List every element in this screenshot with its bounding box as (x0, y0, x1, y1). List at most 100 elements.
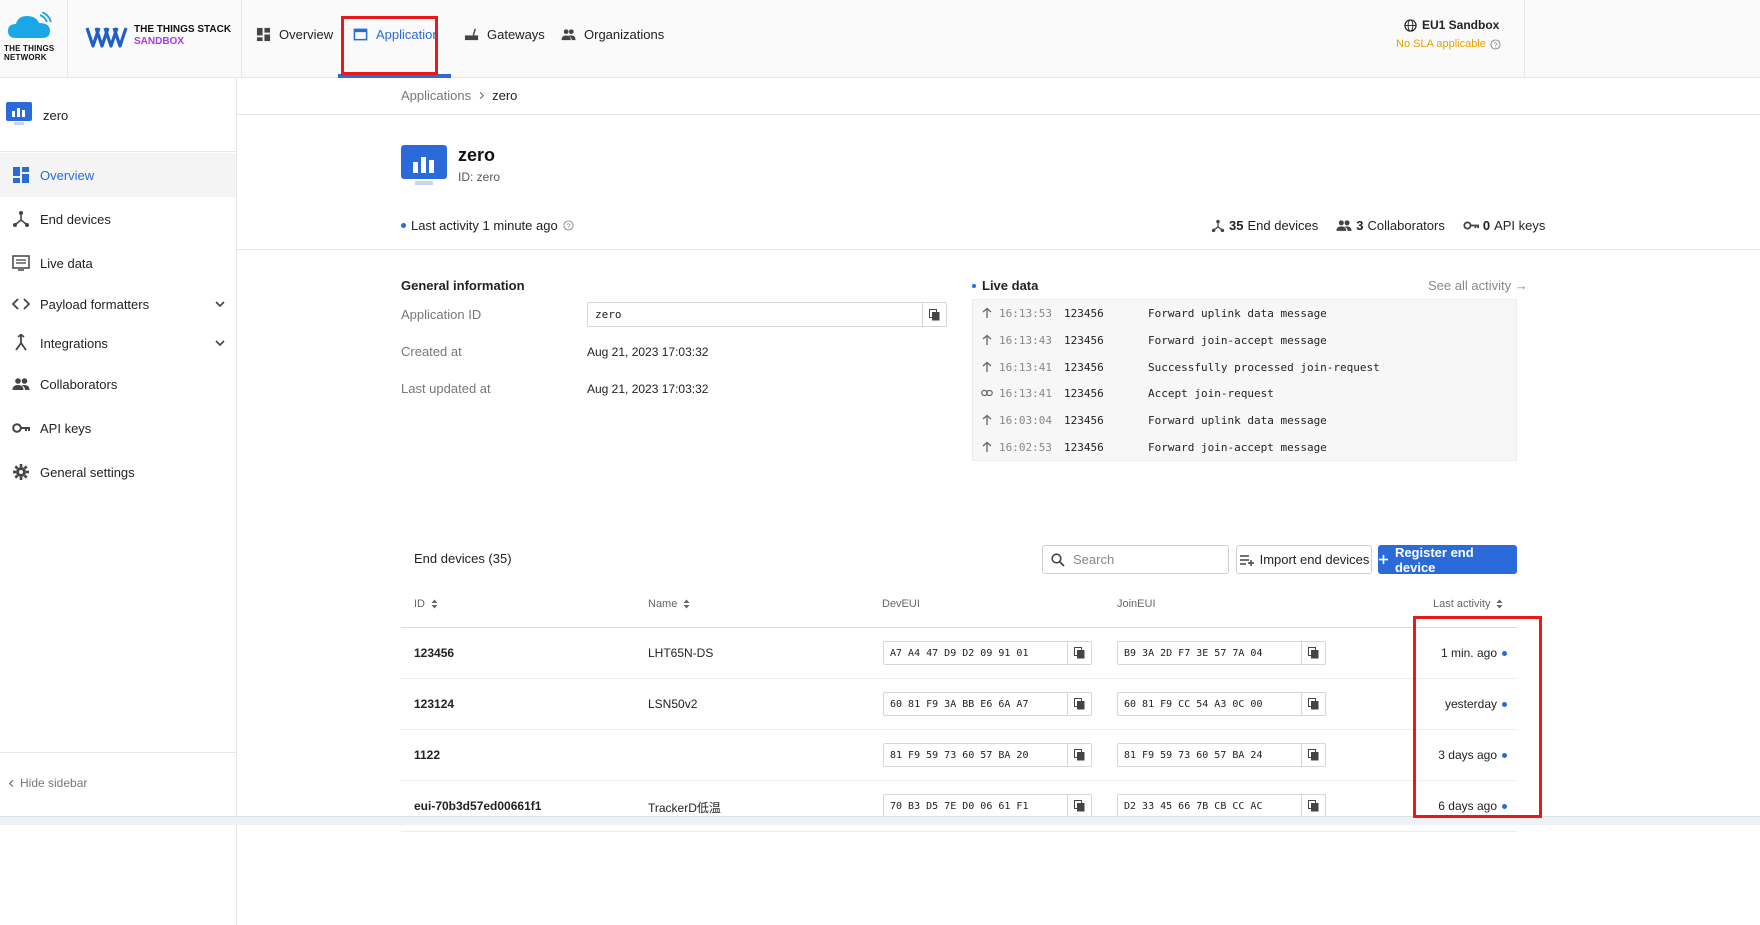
event-row[interactable]: 16:03:04 123456 Forward uplink data messag… (981, 411, 1327, 429)
sidebar-item-general-settings[interactable]: General settings (0, 450, 236, 494)
horizontal-scrollbar[interactable] (0, 816, 1760, 825)
join-eui-field: B9 3A 2D F7 3E 57 7A 04 (1117, 641, 1326, 665)
device-id: 123124 (414, 697, 455, 711)
sidebar-item-overview[interactable]: Overview (0, 153, 236, 197)
copy-button[interactable] (922, 303, 946, 326)
event-message: Forward join-accept message (1148, 333, 1327, 347)
copy-button[interactable] (1067, 642, 1091, 664)
breadcrumb-applications[interactable]: Applications (401, 88, 471, 103)
code-icon (12, 298, 30, 310)
copy-icon (929, 308, 940, 320)
help-icon[interactable]: ? (563, 220, 574, 231)
event-row[interactable]: 16:13:53 123456 Forward uplink data messag… (981, 304, 1327, 322)
column-header-last-activity[interactable]: Last activity (1433, 598, 1503, 610)
chevron-down-icon (215, 340, 225, 347)
live-data-feed[interactable]: 16:13:53 123456 Forward uplink data messag… (972, 299, 1517, 461)
sla-notice: No SLA applicable ? (1396, 38, 1520, 50)
table-row[interactable]: 123124 LSN50v2 60 81 F9 3A BB E6 6A A7 6… (401, 679, 1517, 730)
dev-eui-value[interactable]: 70 B3 D5 7E D0 06 61 F1 (884, 801, 1067, 812)
search-input[interactable] (1073, 552, 1213, 567)
copy-button[interactable] (1067, 744, 1091, 766)
application-id-value[interactable]: zero (588, 308, 922, 321)
see-all-activity-link[interactable]: See all activity → (1428, 278, 1528, 293)
event-time: 16:13:53 (999, 306, 1052, 320)
sidebar-item-integrations[interactable]: Integrations (0, 321, 236, 365)
sidebar-item-api-keys[interactable]: API keys (0, 406, 236, 450)
sidebar-item-label: Payload formatters (40, 296, 150, 312)
dev-eui-field: 60 81 F9 3A BB E6 6A A7 (883, 692, 1092, 716)
event-row[interactable]: 16:02:53 123456 Forward join-accept messag… (981, 438, 1327, 456)
copy-button[interactable] (1301, 795, 1325, 817)
application-icon (401, 145, 447, 185)
sidebar-item-live-data[interactable]: Live data (0, 241, 236, 285)
copy-button[interactable] (1067, 693, 1091, 715)
event-row[interactable]: 16:13:41 123456 Successfully processed joi… (981, 358, 1380, 376)
collaborators-stat[interactable]: 3 Collaborators (1336, 218, 1445, 233)
dev-eui-value[interactable]: A7 A4 47 D9 D2 09 91 01 (884, 648, 1067, 659)
chevron-right-icon (479, 91, 485, 100)
nav-organizations[interactable]: Organizations (561, 22, 664, 46)
nav-gateways[interactable]: Gateways (464, 22, 545, 46)
globe-icon (1404, 18, 1417, 32)
dev-eui-value[interactable]: 60 81 F9 3A BB E6 6A A7 (884, 699, 1067, 710)
end-devices-stat[interactable]: 35 End devices (1211, 218, 1318, 233)
column-header-id[interactable]: ID (414, 598, 438, 610)
column-header-name[interactable]: Name (648, 598, 690, 610)
copy-button[interactable] (1067, 795, 1091, 817)
sidebar-item-payload-formatters[interactable]: Payload formatters (0, 282, 236, 326)
sidebar-item-end-devices[interactable]: End devices (0, 197, 236, 241)
tts-subtitle: SANDBOX (134, 36, 185, 47)
import-end-devices-button[interactable]: Import end devices (1236, 545, 1372, 574)
copy-button[interactable] (1301, 693, 1325, 715)
live-data-title-label: Live data (982, 278, 1039, 293)
join-eui-value[interactable]: 81 F9 59 73 60 57 BA 24 (1118, 750, 1301, 761)
nav-overview[interactable]: Overview (256, 22, 333, 46)
stat-label: End devices (1247, 218, 1319, 233)
help-icon[interactable]: ? (1490, 38, 1501, 50)
join-eui-value[interactable]: D2 33 45 66 7B CB CC AC (1118, 801, 1301, 812)
tts-logo[interactable]: THE THINGS STACK SANDBOX (84, 20, 242, 54)
gear-icon (13, 464, 29, 480)
live-data-title: Live data (972, 278, 1038, 293)
copy-button[interactable] (1301, 744, 1325, 766)
event-row[interactable]: 16:13:41 123456 Accept join-request (981, 384, 1274, 402)
last-updated-value: Aug 21, 2023 17:03:32 (587, 382, 709, 396)
join-eui-value[interactable]: 60 81 F9 CC 54 A3 0C 00 (1118, 699, 1301, 710)
sort-icon (683, 599, 690, 609)
application-stats: 35 End devices 3 Collaborators 0 API keys (1211, 218, 1545, 233)
arrow-up-icon (982, 361, 992, 372)
join-eui-value[interactable]: B9 3A 2D F7 3E 57 7A 04 (1118, 648, 1301, 659)
event-time: 16:13:43 (999, 333, 1052, 347)
table-row[interactable]: 123456 LHT65N-DS A7 A4 47 D9 D2 09 91 01… (401, 628, 1517, 679)
api-keys-stat[interactable]: 0 API keys (1463, 218, 1545, 233)
search-box[interactable] (1042, 545, 1229, 574)
copy-icon (1074, 800, 1085, 812)
device-hub-icon (1211, 219, 1225, 232)
event-row[interactable]: 16:13:43 123456 Forward join-accept messag… (981, 331, 1327, 349)
search-icon (1051, 552, 1065, 567)
copy-icon (1074, 647, 1085, 659)
dev-eui-value[interactable]: 81 F9 59 73 60 57 BA 20 (884, 750, 1067, 761)
device-name: TrackerD低温 (648, 801, 721, 815)
event-device: 123456 (1064, 306, 1104, 320)
dev-eui-field: 81 F9 59 73 60 57 BA 20 (883, 743, 1092, 767)
copy-icon (1308, 698, 1319, 710)
event-device: 123456 (1064, 413, 1104, 427)
tts-title: THE THINGS STACK (134, 24, 232, 35)
copy-button[interactable] (1301, 642, 1325, 664)
device-hub-icon (13, 211, 29, 227)
device-id: 1122 (414, 748, 441, 762)
register-end-device-button[interactable]: Register end device (1378, 545, 1517, 575)
divider (237, 249, 1760, 250)
hide-sidebar-button[interactable]: Hide sidebar (7, 776, 87, 790)
table-row[interactable]: 1122 81 F9 59 73 60 57 BA 20 81 F9 59 73… (401, 730, 1517, 781)
key-icon (1463, 221, 1479, 230)
nav-applications[interactable]: Applications (353, 22, 438, 46)
key-icon (12, 423, 30, 433)
divider (1524, 0, 1525, 78)
cluster-selector[interactable]: EU1 Sandbox No SLA applicable ? (1396, 18, 1520, 50)
plus-icon (1378, 554, 1389, 565)
ttn-logo[interactable]: THE THINGS NETWORK (0, 0, 68, 78)
sidebar-item-collaborators[interactable]: Collaborators (0, 362, 236, 406)
last-activity-value: 6 days ago (1438, 799, 1497, 813)
